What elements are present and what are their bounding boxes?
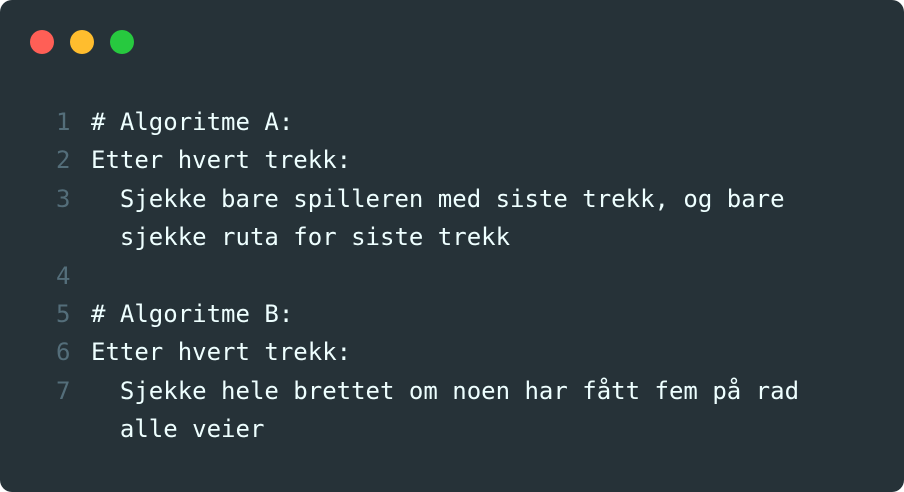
line-number: 5 — [56, 300, 71, 329]
code-line: 6 Etter hvert trekk: — [56, 333, 851, 371]
code-line: 1 # Algoritme A: — [56, 103, 851, 141]
code-line: 4 — [56, 257, 851, 295]
maximize-button[interactable] — [110, 30, 134, 54]
line-number: 6 — [56, 338, 71, 367]
line-number: 1 — [56, 108, 71, 136]
line-text: # Algoritme A: — [91, 108, 294, 136]
line-text-wrapped: Sjekke hele brettet om noen har fått fem… — [91, 372, 851, 449]
code-line: 2 Etter hvert trekk: — [56, 141, 851, 179]
code-line: 7 Sjekke hele brettet om noen har fått f… — [56, 372, 851, 449]
line-text: Sjekke bare spilleren med siste trekk, o… — [91, 184, 785, 213]
line-number: 3 — [56, 184, 71, 213]
line-text: Etter hvert trekk: — [91, 146, 352, 175]
line-number: 7 — [56, 376, 71, 405]
line-text: Sjekke hele brettet om noen har fått fem… — [91, 376, 800, 405]
line-text-wrapped: Sjekke bare spilleren med siste trekk, o… — [91, 180, 851, 257]
line-text: Etter hvert trekk: — [91, 338, 352, 367]
code-window: 1 # Algoritme A: 2 Etter hvert trekk: 3 … — [0, 0, 904, 492]
window-controls — [30, 30, 134, 54]
line-text-continuation: alle veier — [91, 415, 265, 444]
line-number: 2 — [56, 146, 71, 175]
line-text: # Algoritme B: — [91, 300, 294, 329]
line-number: 4 — [56, 261, 71, 290]
code-line: 3 Sjekke bare spilleren med siste trekk,… — [56, 180, 851, 257]
line-text-continuation: sjekke ruta for siste trekk — [91, 223, 511, 252]
minimize-button[interactable] — [70, 30, 94, 54]
close-button[interactable] — [30, 30, 54, 54]
code-block[interactable]: 1 # Algoritme A: 2 Etter hvert trekk: 3 … — [56, 103, 851, 449]
code-line: 5 # Algoritme B: — [56, 295, 851, 333]
